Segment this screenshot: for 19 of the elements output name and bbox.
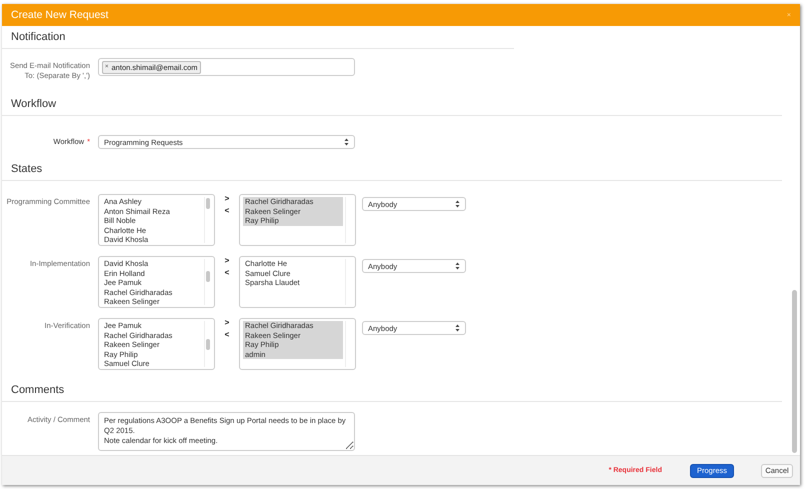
dropdown-caret-icon	[455, 200, 460, 208]
move-right-button[interactable]: >	[224, 194, 230, 203]
dialog-title: Create New Request	[11, 9, 108, 21]
dropdown-caret-icon	[344, 138, 349, 146]
section-heading: Comments	[2, 384, 782, 402]
section-heading: Workflow	[2, 98, 782, 116]
move-left-button[interactable]: <	[224, 206, 230, 215]
section-heading: Notification	[2, 31, 514, 49]
scrollbar-thumb[interactable]	[206, 339, 210, 350]
dropdown-caret-icon	[455, 262, 460, 270]
scrollbar-thumb[interactable]	[206, 198, 210, 209]
move-right-button[interactable]: >	[224, 318, 230, 327]
scrollbar-thumb[interactable]	[792, 290, 797, 453]
move-right-button[interactable]: >	[224, 256, 230, 265]
scrollbar-thumb[interactable]	[206, 271, 210, 282]
section-heading: States	[2, 163, 782, 181]
dropdown-caret-icon	[455, 324, 460, 332]
move-left-button[interactable]: <	[224, 330, 230, 339]
move-left-button[interactable]: <	[224, 268, 230, 277]
